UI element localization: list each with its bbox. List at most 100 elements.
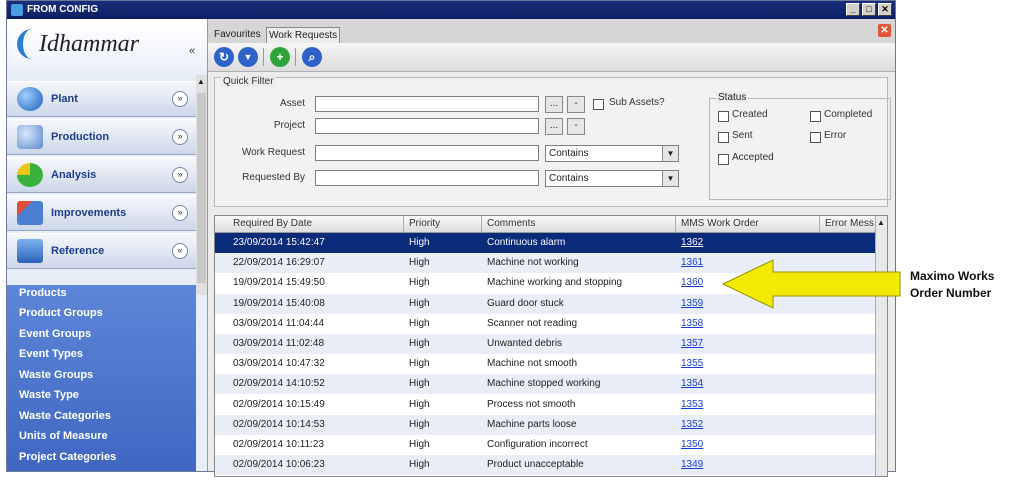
required-by-date-cell: 19/09/2014 15:49:50: [233, 277, 325, 289]
work-request-match-select[interactable]: Contains ▼: [545, 145, 679, 162]
table-row[interactable]: 02/09/2014 10:15:49 High Process not smoot…: [215, 395, 875, 415]
project-clear-button[interactable]: -: [567, 118, 585, 135]
chevron-down-icon[interactable]: ▼: [662, 146, 678, 161]
nav-analysis[interactable]: Analysis »: [7, 157, 196, 193]
work-order-link[interactable]: 1362: [681, 237, 703, 248]
work-order-link[interactable]: 1352: [681, 419, 703, 430]
col-error-message[interactable]: Error Mess: [825, 218, 874, 229]
requested-by-input[interactable]: [315, 170, 539, 186]
work-order-link[interactable]: 1350: [681, 439, 703, 450]
asset-clear-button[interactable]: -: [567, 96, 585, 113]
sent-checkbox[interactable]: [718, 132, 729, 143]
select-value: Contains: [549, 148, 589, 159]
work-order-link[interactable]: 1360: [681, 277, 703, 288]
tab-favourites[interactable]: Favourites: [212, 27, 263, 43]
work-order-link[interactable]: 1355: [681, 358, 703, 369]
application-window: FROM CONFIG _ □ ✕ Idhammar « ▲ Plant » P…: [6, 0, 896, 483]
table-row[interactable]: 03/09/2014 10:47:32 High Machine not smoot…: [215, 354, 875, 374]
ref-units-of-measure[interactable]: Units of Measure: [19, 430, 108, 442]
close-window-button[interactable]: ✕: [878, 3, 892, 16]
accepted-checkbox[interactable]: [718, 154, 729, 165]
comments-cell: Product unacceptable: [487, 459, 584, 471]
collapse-sidebar-icon[interactable]: «: [189, 45, 195, 57]
created-checkbox[interactable]: [718, 111, 729, 122]
ref-waste-groups[interactable]: Waste Groups: [19, 369, 93, 381]
ref-waste-categories[interactable]: Waste Categories: [19, 410, 111, 422]
required-by-date-cell: 02/09/2014 10:14:53: [233, 418, 325, 430]
tab-work-requests[interactable]: Work Requests: [266, 27, 341, 44]
nav-production[interactable]: Production »: [7, 119, 196, 155]
nav-label: Reference: [51, 245, 105, 257]
project-browse-button[interactable]: ...: [545, 118, 563, 135]
error-label: Error: [824, 130, 847, 141]
minimize-button[interactable]: _: [846, 3, 860, 16]
required-by-date-cell: 02/09/2014 14:10:52: [233, 378, 325, 390]
window-title: FROM CONFIG: [27, 4, 99, 15]
ref-project-categories[interactable]: Project Categories: [19, 451, 116, 463]
refresh-icon[interactable]: ↻: [214, 47, 234, 67]
logo-text: Idhammar: [39, 31, 139, 57]
maximize-button[interactable]: □: [862, 3, 876, 16]
requested-by-match-select[interactable]: Contains ▼: [545, 170, 679, 187]
error-checkbox[interactable]: [810, 132, 821, 143]
table-row[interactable]: 02/09/2014 10:06:23 High Product unaccepta…: [215, 455, 875, 476]
chevron-icon[interactable]: «: [172, 243, 188, 259]
work-order-link[interactable]: 1357: [681, 338, 703, 349]
table-row[interactable]: 02/09/2014 10:14:53 High Machine parts loo…: [215, 414, 875, 435]
close-tab-icon[interactable]: ✕: [878, 24, 891, 37]
table-row[interactable]: 03/09/2014 11:04:44 High Scanner not readi…: [215, 314, 875, 334]
nav-improvements[interactable]: Improvements »: [7, 195, 196, 231]
grid-scrollbar[interactable]: ▲: [875, 216, 887, 476]
nav-label: Analysis: [51, 169, 97, 181]
ref-products[interactable]: Products: [19, 287, 67, 299]
comments-cell: Scanner not reading: [487, 317, 578, 329]
ref-asset-categories[interactable]: Asset Categories: [19, 471, 109, 483]
nav-reference[interactable]: Reference «: [7, 233, 196, 269]
requested-by-label: Requested By: [242, 172, 305, 183]
table-row[interactable]: 02/09/2014 14:10:52 High Machine stopped w…: [215, 374, 875, 395]
ref-event-types[interactable]: Event Types: [19, 348, 83, 360]
work-order-link[interactable]: 1354: [681, 378, 703, 389]
chevron-icon[interactable]: »: [172, 167, 188, 183]
sidebar: Idhammar « ▲ Plant » Production » Analys…: [7, 19, 208, 483]
work-order-link[interactable]: 1361: [681, 257, 703, 268]
chevron-icon[interactable]: »: [172, 129, 188, 145]
col-priority[interactable]: Priority: [409, 218, 440, 229]
col-required-by-date[interactable]: Required By Date: [233, 218, 312, 229]
add-icon[interactable]: +: [270, 47, 290, 67]
search-icon[interactable]: ⌕: [302, 47, 322, 67]
required-by-date-cell: 19/09/2014 15:40:08: [233, 297, 325, 309]
completed-checkbox[interactable]: [810, 111, 821, 122]
col-mms-work-order[interactable]: MMS Work Order: [681, 218, 759, 229]
col-comments[interactable]: Comments: [487, 218, 535, 229]
ref-waste-type[interactable]: Waste Type: [19, 389, 79, 401]
table-row[interactable]: 23/09/2014 15:42:47 High Continuous alarm 1…: [215, 233, 875, 253]
asset-browse-button[interactable]: ...: [545, 96, 563, 113]
ref-product-groups[interactable]: Product Groups: [19, 307, 103, 319]
chevron-down-icon[interactable]: ▼: [662, 171, 678, 186]
project-label: Project: [273, 120, 305, 131]
priority-cell: High: [409, 439, 430, 450]
asset-input[interactable]: [315, 96, 539, 112]
comments-cell: Guard door stuck: [487, 297, 564, 309]
work-order-link[interactable]: 1349: [681, 459, 703, 470]
chevron-icon[interactable]: »: [172, 205, 188, 221]
chevron-icon[interactable]: »: [172, 91, 188, 107]
work-request-input[interactable]: [315, 145, 539, 161]
work-order-link[interactable]: 1359: [681, 298, 703, 309]
sub-assets-checkbox[interactable]: [593, 99, 604, 110]
work-order-link[interactable]: 1353: [681, 399, 703, 410]
priority-cell: High: [409, 317, 430, 329]
main-panel: Favourites Work Requests ✕ ↻ ▼ + ⌕ Quick…: [208, 19, 895, 477]
table-row[interactable]: 02/09/2014 10:11:23 High Configuration inc…: [215, 435, 875, 455]
nav-plant[interactable]: Plant »: [7, 81, 196, 117]
work-order-link[interactable]: 1358: [681, 318, 703, 329]
project-input[interactable]: [315, 118, 539, 134]
sidebar-scrollbar[interactable]: ▲: [196, 75, 207, 295]
ref-event-groups[interactable]: Event Groups: [19, 328, 91, 340]
priority-cell: High: [409, 297, 430, 309]
toolbar: ↻ ▼ + ⌕: [208, 43, 895, 72]
priority-cell: High: [409, 338, 430, 349]
table-row[interactable]: 03/09/2014 11:02:48 High Unwanted debris 13…: [215, 334, 875, 354]
filter-icon[interactable]: ▼: [238, 47, 258, 67]
